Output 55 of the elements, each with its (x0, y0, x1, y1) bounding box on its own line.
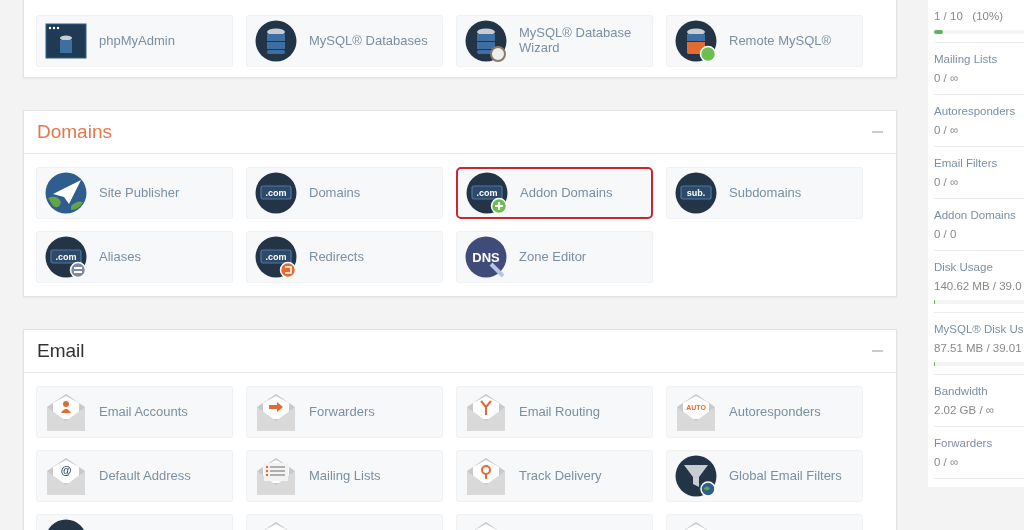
tool-link[interactable]: Email Accounts (36, 386, 233, 438)
tool-link[interactable]: Forwarders (246, 386, 443, 438)
database-window-icon (45, 20, 87, 62)
tool-link[interactable]: DNS Zone Editor (456, 231, 653, 283)
tool-link[interactable]: Remote MySQL® (666, 15, 863, 67)
stat-label: Autoresponders (934, 104, 1016, 119)
stat-value: 140.62 MB / 39.0 (934, 279, 1022, 294)
tool-link[interactable]: Email Routing (456, 386, 653, 438)
database-icon (255, 20, 297, 62)
stat-label: Mailing Lists (934, 52, 998, 67)
tool-link[interactable]: phpMyAdmin (36, 15, 233, 67)
section-title: Email (37, 338, 85, 363)
envelope-icon: @ (45, 455, 87, 497)
database-icon (675, 20, 717, 62)
stat-label: MySQL® Disk Us (934, 322, 1024, 337)
tool-link[interactable]: .com Aliases (36, 231, 233, 283)
tool-link[interactable]: .com Addon Domains (456, 167, 653, 219)
stat-label: Disk Usage (934, 260, 993, 275)
envelope-person-icon (45, 391, 87, 433)
envelope-fork-icon (465, 391, 507, 433)
stat-label: Addon Domains (934, 208, 1016, 223)
stat-label: Forwarders (934, 436, 993, 451)
tool-link[interactable]: Global Email Filters (666, 450, 863, 502)
tool-link[interactable]: Site Publisher (36, 167, 233, 219)
stat-value: 0 / ∞ (934, 123, 959, 138)
tool-link[interactable]: .com Domains (246, 167, 443, 219)
domain-alias-icon: .com (45, 236, 87, 278)
domain-add-icon: .com (466, 172, 508, 214)
stat-value: 87.51 MB / 39.01 (934, 341, 1022, 356)
section-title: Domains (37, 119, 112, 144)
stat-value: 0 / ∞ (934, 455, 959, 470)
envelope-arrow-icon (255, 391, 297, 433)
domain-icon: sub. (675, 172, 717, 214)
tool-link[interactable]: sub. Subdomains (666, 167, 863, 219)
dns-icon: DNS (465, 236, 507, 278)
domain-redirect-icon: .com (255, 236, 297, 278)
stat-label: Email Filters (934, 156, 998, 171)
tool-link[interactable]: Mailing Lists (246, 450, 443, 502)
stat-label: Bandwidth (934, 384, 988, 399)
tool-link[interactable]: MySQL® Databases (246, 15, 443, 67)
database-icon (465, 20, 507, 62)
stat-value: 2.02 GB / ∞ (934, 403, 994, 418)
stat-value: 0 / ∞ (934, 71, 959, 86)
domain-icon: .com (255, 172, 297, 214)
funnel-icon (675, 455, 717, 497)
envelope-list-icon (255, 455, 297, 497)
stat-value: 0 / 0 (934, 227, 957, 242)
stat-value: 1 / 10 (10%) (934, 9, 1004, 24)
tool-link[interactable]: .com Redirects (246, 231, 443, 283)
stat-value: 0 / ∞ (934, 175, 959, 190)
tool-link[interactable]: Track Delivery (456, 450, 653, 502)
globe-plane-icon (45, 172, 87, 214)
envelope-pin-icon (465, 455, 507, 497)
tool-link[interactable]: @ Default Address (36, 450, 233, 502)
tool-link[interactable]: MySQL® Database Wizard (456, 15, 653, 67)
